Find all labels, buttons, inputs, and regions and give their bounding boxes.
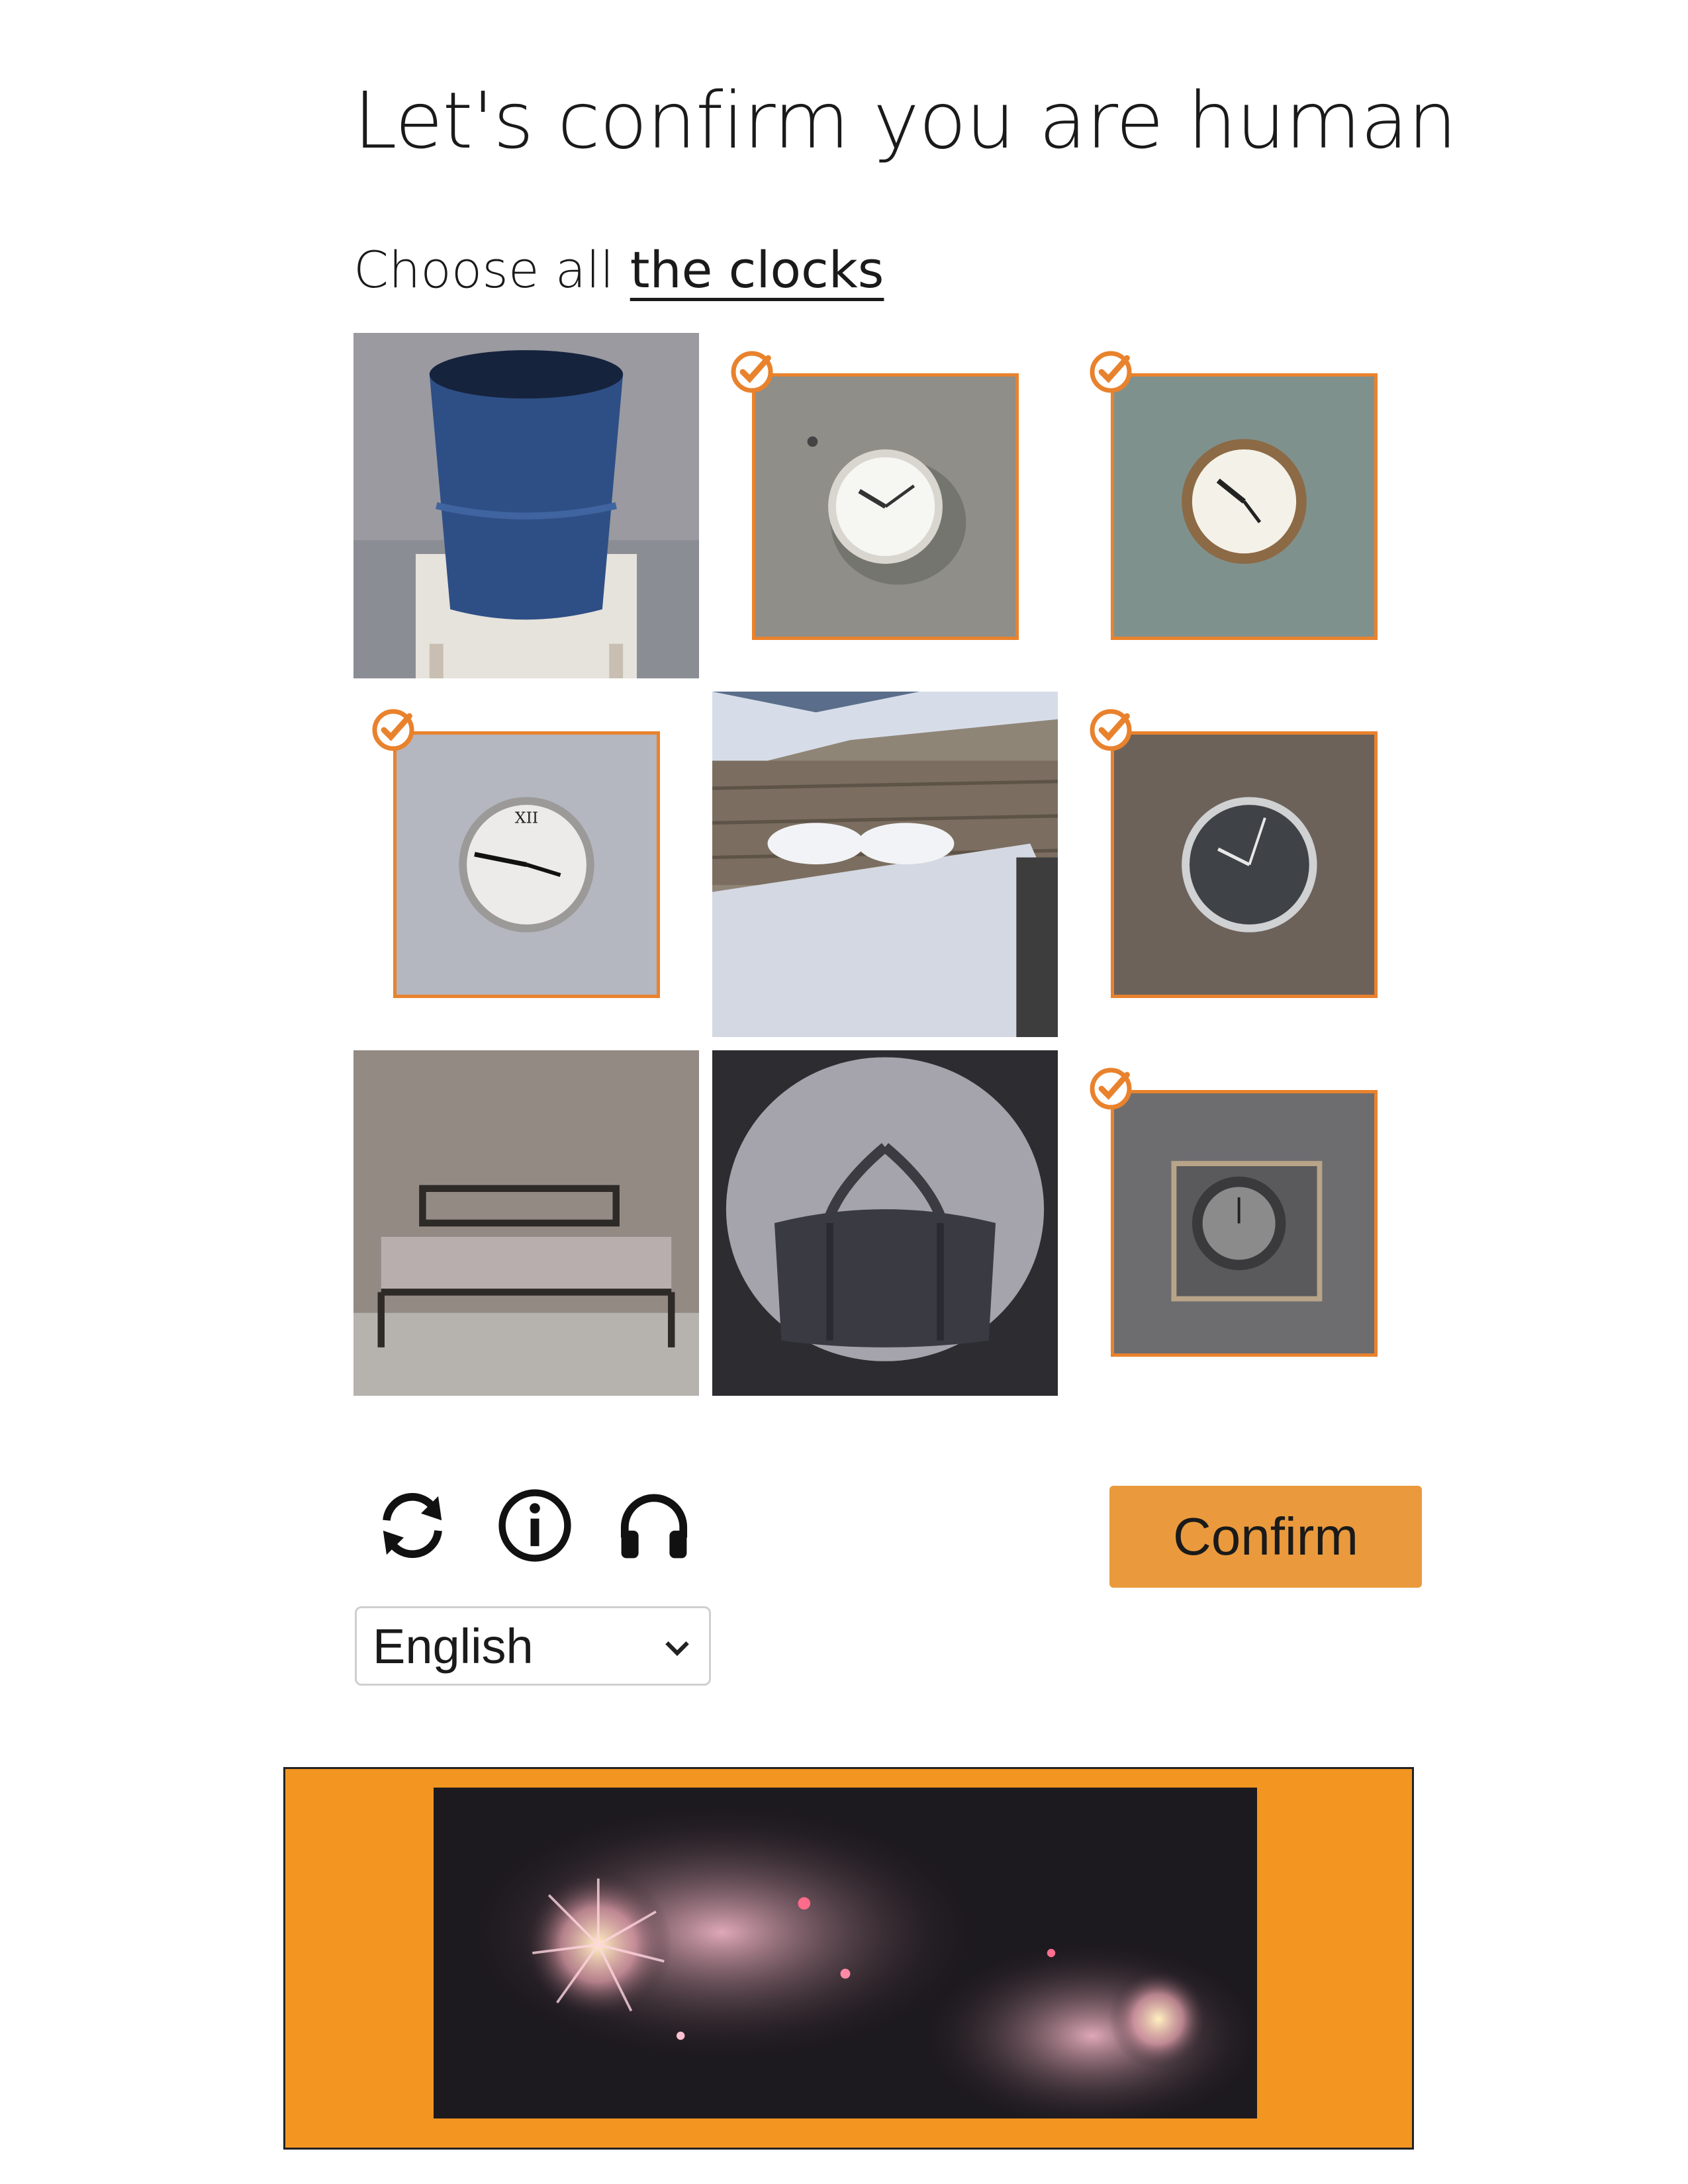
- selected-check-icon: [1088, 349, 1134, 395]
- selected-check-icon: [1088, 1066, 1134, 1112]
- selected-check-icon: [729, 349, 775, 395]
- page-title: Let's confirm you are human: [353, 75, 1457, 166]
- instruction-prefix: Choose all: [353, 240, 614, 299]
- captcha-tile-white-clock[interactable]: [752, 373, 1019, 640]
- chevron-down-icon: [665, 1641, 689, 1657]
- captcha-tile-roman-clock[interactable]: XII: [393, 731, 660, 998]
- instruction: Choose all the clocks: [353, 240, 884, 300]
- language-select[interactable]: English: [355, 1606, 711, 1686]
- refresh-icon[interactable]: [369, 1482, 455, 1569]
- info-icon[interactable]: [492, 1482, 578, 1569]
- selected-check-icon: [1088, 707, 1134, 753]
- selected-check-icon: [370, 707, 416, 753]
- captcha-tile-dark-clock[interactable]: [1111, 731, 1378, 998]
- captcha-tile-gold-clock[interactable]: [1111, 373, 1378, 640]
- captcha-tile-cabin-bed[interactable]: [712, 692, 1058, 1037]
- headphones-icon[interactable]: [611, 1482, 697, 1569]
- fireworks-banner: [283, 1767, 1414, 2150]
- confirm-button[interactable]: Confirm: [1109, 1486, 1422, 1588]
- captcha-tile-bucket[interactable]: [353, 333, 699, 678]
- instruction-target: the clocks: [630, 240, 884, 299]
- captcha-tile-square-clock[interactable]: [1111, 1090, 1378, 1357]
- captcha-tile-bed-frame[interactable]: [353, 1050, 699, 1396]
- fireworks-image: [434, 1788, 1257, 2118]
- captcha-tile-duffel-bag[interactable]: [712, 1050, 1058, 1396]
- language-select-value: English: [373, 1618, 534, 1674]
- svg-text:XII: XII: [515, 809, 538, 827]
